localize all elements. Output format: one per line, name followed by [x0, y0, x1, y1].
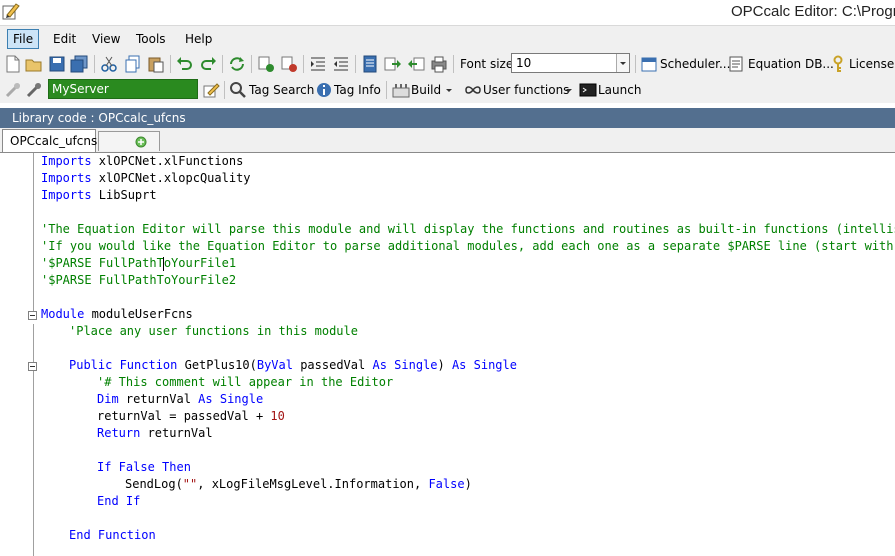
server-toolbar: MyServer Tag Search Tag Info Build User … [0, 77, 895, 103]
code-line: Module moduleUserFcns [41, 307, 193, 321]
tab-label: OPCcalc_ufcns [10, 134, 98, 148]
code-line: Return returnVal [97, 426, 213, 440]
code-line: Imports xlOPCNet.xlopcQuality [41, 171, 251, 185]
save-all-icon[interactable] [70, 55, 88, 73]
tab-opccalc-ufcns[interactable]: OPCcalc_ufcns [2, 129, 98, 152]
font-size-value: 10 [516, 56, 532, 70]
code-comment: 'If you would like the Equation Editor t… [41, 239, 895, 253]
build-button[interactable]: Build [411, 83, 441, 97]
import-icon[interactable] [407, 55, 425, 73]
toolbar-separator [170, 55, 171, 73]
font-size-combo[interactable]: 10 [511, 53, 630, 73]
info-icon[interactable] [315, 81, 333, 99]
launch-button[interactable]: Launch [598, 83, 641, 97]
code-line: Imports xlOPCNet.xlFunctions [41, 154, 244, 168]
build-icon[interactable] [392, 81, 410, 99]
menu-help[interactable]: Help [180, 30, 217, 48]
toolbar-separator [224, 81, 225, 99]
code-comment: '$PARSE FullPathToYourFile2 [41, 273, 237, 287]
build-dropdown-icon[interactable] [444, 81, 454, 99]
main-toolbar: Font size 10 Scheduler... Equation DB...… [0, 51, 895, 77]
code-comment: '$PARSE FullPathToYourFile1 [41, 256, 237, 271]
code-editor[interactable]: Imports xlOPCNet.xlFunctions Imports xlO… [0, 153, 895, 556]
server-field[interactable]: MyServer [48, 79, 198, 99]
code-comment: 'Place any user functions in this module [69, 324, 358, 338]
document-icon[interactable] [361, 55, 379, 73]
undo-icon[interactable] [176, 55, 194, 73]
bookmark-add-icon[interactable] [257, 55, 275, 73]
save-icon[interactable] [48, 55, 66, 73]
tag-search-button[interactable]: Tag Search [249, 83, 314, 97]
fold-guide [33, 153, 34, 315]
code-line: End Function [69, 528, 156, 542]
new-file-icon[interactable] [4, 55, 22, 73]
code-line: Imports LibSuprt [41, 188, 157, 202]
equation-db-icon[interactable] [728, 55, 746, 73]
toolbar-separator [303, 55, 304, 73]
new-tab-button[interactable] [98, 131, 160, 151]
fold-toggle-module[interactable] [28, 311, 37, 320]
paste-icon[interactable] [147, 55, 165, 73]
menu-tools[interactable]: Tools [131, 30, 171, 48]
code-line: End If [97, 494, 141, 508]
toolbar-separator [635, 55, 636, 73]
library-code-label: Library code : OPCcalc_ufcns [12, 111, 186, 125]
scheduler-button[interactable]: Scheduler... [660, 57, 730, 71]
edit-server-icon[interactable] [202, 81, 220, 99]
toolbar-separator [386, 81, 387, 99]
code-line: Dim returnVal As Single [97, 392, 264, 406]
window-title: OPCcalc Editor: C:\Progra [731, 3, 895, 20]
open-folder-icon[interactable] [25, 55, 43, 73]
app-pencil-icon [2, 3, 20, 20]
code-line: returnVal = passedVal + 10 [97, 409, 285, 423]
refresh-icon[interactable] [228, 55, 246, 73]
editor-gutter [0, 153, 27, 556]
cut-icon[interactable] [100, 55, 118, 73]
user-functions-dropdown-icon[interactable] [564, 81, 574, 99]
code-line: If False Then [97, 460, 191, 474]
infinity-icon[interactable] [464, 81, 482, 99]
chevron-down-icon[interactable] [616, 54, 629, 72]
code-line: SendLog("", xLogFileMsgLevel.Information… [125, 477, 472, 491]
print-icon[interactable] [430, 55, 448, 73]
toolbar-separator [355, 55, 356, 73]
toolbar-separator [94, 55, 95, 73]
fold-toggle-function[interactable] [28, 362, 37, 371]
menu-edit[interactable]: Edit [48, 30, 81, 48]
fold-guide [33, 324, 34, 556]
redo-icon[interactable] [199, 55, 217, 73]
toolbar-separator [251, 55, 252, 73]
tab-strip: OPCcalc_ufcns [0, 128, 895, 153]
toolbar-separator [222, 55, 223, 73]
font-size-label: Font size [460, 57, 514, 71]
tag-info-button[interactable]: Tag Info [334, 83, 381, 97]
copy-icon[interactable] [124, 55, 142, 73]
search-icon[interactable] [229, 81, 247, 99]
menu-bar: File Edit View Tools Help [0, 25, 895, 52]
bookmark-remove-icon[interactable] [280, 55, 298, 73]
title-bar: OPCcalc Editor: C:\Progra [0, 0, 895, 25]
license-key-icon[interactable] [829, 55, 847, 73]
code-comment: 'The Equation Editor will parse this mod… [41, 222, 895, 236]
launch-console-icon[interactable] [579, 81, 597, 99]
user-functions-button[interactable]: User functions [483, 83, 569, 97]
connect-icon[interactable] [25, 81, 43, 99]
disconnect-icon[interactable] [4, 81, 22, 99]
toolbar-separator [453, 55, 454, 73]
scheduler-icon[interactable] [640, 55, 658, 73]
code-comment: '# This comment will appear in the Edito… [97, 375, 394, 389]
add-tab-icon [135, 136, 147, 148]
menu-file[interactable]: File [7, 29, 40, 49]
indent-icon[interactable] [309, 55, 327, 73]
license-button[interactable]: License [849, 57, 894, 71]
outdent-icon[interactable] [332, 55, 350, 73]
library-code-header: Library code : OPCcalc_ufcns [0, 108, 895, 128]
export-icon[interactable] [384, 55, 402, 73]
equation-db-button[interactable]: Equation DB... [748, 57, 834, 71]
server-name: MyServer [52, 82, 109, 96]
code-line: Public Function GetPlus10(ByVal passedVa… [69, 358, 517, 372]
menu-view[interactable]: View [87, 30, 125, 48]
